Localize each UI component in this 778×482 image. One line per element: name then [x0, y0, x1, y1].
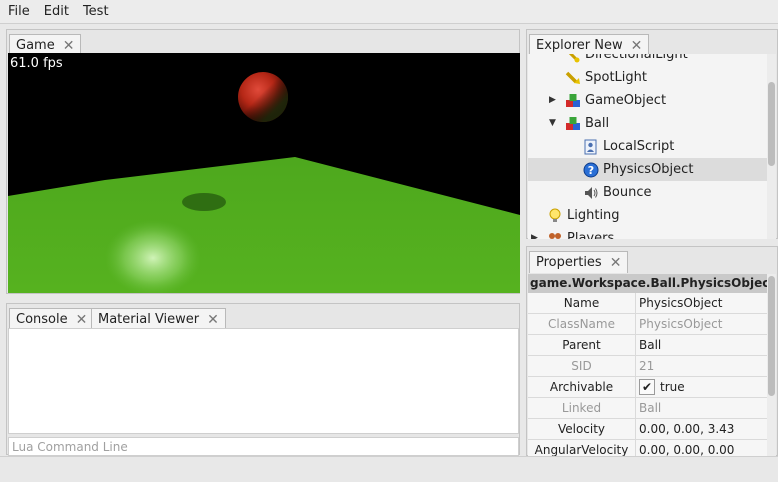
- tree-item-spotlight[interactable]: SpotLight: [528, 66, 768, 89]
- explorer-panel: Explorer New ✕ DirectionalLight SpotLigh…: [526, 29, 778, 239]
- collapse-arrow-icon[interactable]: ▼: [549, 118, 556, 128]
- property-value: Ball: [639, 400, 662, 415]
- physics-icon: ?: [583, 162, 599, 178]
- properties-table: Name PhysicsObject ClassName PhysicsObje…: [528, 293, 768, 461]
- property-name: Velocity: [528, 419, 636, 439]
- lua-command-line-input[interactable]: Lua Command Line: [8, 437, 519, 456]
- archivable-checkbox[interactable]: ✔: [639, 379, 655, 395]
- console-output[interactable]: [8, 328, 519, 434]
- menu-test[interactable]: Test: [77, 4, 115, 19]
- gameobject-icon: [566, 94, 580, 107]
- status-bar: [0, 456, 778, 482]
- property-row-classname: ClassName PhysicsObject: [528, 314, 768, 335]
- console-tabstrip: Console ✕ Material Viewer ✕: [7, 304, 519, 330]
- property-value: ✔ true: [636, 377, 768, 397]
- tree-item-label: Bounce: [603, 185, 652, 200]
- property-name: SID: [528, 356, 636, 376]
- tab-material-viewer[interactable]: Material Viewer ✕: [91, 308, 226, 330]
- property-name: Name: [528, 293, 636, 313]
- property-name: ClassName: [528, 314, 636, 334]
- property-value: 21: [639, 358, 655, 373]
- tree-item-label: Lighting: [567, 208, 620, 223]
- tree-item-bounce[interactable]: Bounce: [528, 181, 768, 204]
- floor-highlight: [105, 220, 201, 293]
- property-row-parent[interactable]: Parent Ball: [528, 335, 768, 356]
- archivable-value: true: [660, 379, 685, 394]
- checkmark-icon: ✔: [641, 379, 653, 394]
- properties-scrollbar[interactable]: [767, 274, 776, 456]
- tab-material-viewer-label: Material Viewer: [98, 312, 200, 327]
- tab-properties[interactable]: Properties ✕: [529, 251, 629, 273]
- property-value[interactable]: 0.00, 0.00, 3.43: [636, 419, 768, 439]
- tab-game-close-icon[interactable]: ✕: [63, 39, 75, 53]
- properties-tabstrip: Properties ✕: [527, 247, 777, 273]
- tree-item-label: PhysicsObject: [603, 162, 694, 177]
- tree-item-physicsobject[interactable]: ? PhysicsObject: [528, 158, 768, 181]
- directional-light-icon: [568, 54, 580, 63]
- tree-item-label: LocalScript: [603, 139, 675, 154]
- tree-item-label: GameObject: [585, 93, 667, 108]
- explorer-tabstrip: Explorer New ✕: [527, 30, 777, 56]
- tab-explorer-new[interactable]: Explorer New ✕: [529, 34, 650, 56]
- tree-item-label: Players: [567, 231, 615, 239]
- tab-properties-label: Properties: [536, 255, 602, 270]
- tree-item-localscript[interactable]: LocalScript: [528, 135, 768, 158]
- tree-item-gameobject[interactable]: ▶ GameObject: [528, 89, 768, 112]
- tab-console-label: Console: [16, 312, 68, 327]
- tab-game-label: Game: [16, 38, 55, 53]
- console-panel: Console ✕ Material Viewer ✕ Lua Command …: [6, 303, 520, 456]
- expand-arrow-icon[interactable]: ▶: [531, 233, 538, 239]
- property-row-linked: Linked Ball: [528, 398, 768, 419]
- expand-arrow-icon[interactable]: ▶: [549, 95, 556, 105]
- menu-bar: File Edit Test: [0, 0, 778, 24]
- tab-properties-close-icon[interactable]: ✕: [610, 256, 622, 270]
- property-value[interactable]: PhysicsObject: [636, 293, 768, 313]
- tab-console-close-icon[interactable]: ✕: [76, 313, 88, 327]
- ball-shading: [238, 72, 288, 122]
- menu-edit[interactable]: Edit: [38, 4, 75, 19]
- tree-item-lighting[interactable]: Lighting: [528, 204, 768, 227]
- game-viewport[interactable]: 61.0 fps: [8, 53, 520, 293]
- property-row-name[interactable]: Name PhysicsObject: [528, 293, 768, 314]
- property-value[interactable]: Ball: [636, 335, 768, 355]
- tree-item-label: Ball: [585, 116, 610, 131]
- script-icon: [584, 139, 597, 155]
- sound-icon: [585, 187, 598, 199]
- gameobject-icon: [566, 117, 580, 130]
- property-name: Parent: [528, 335, 636, 355]
- explorer-scrollbar[interactable]: [767, 54, 776, 239]
- svg-text:?: ?: [588, 164, 594, 177]
- explorer-tree: DirectionalLight SpotLight ▶ GameObject …: [528, 54, 768, 239]
- players-icon: [549, 233, 561, 239]
- spotlight-icon: [565, 71, 580, 84]
- ground-plane: [8, 157, 520, 293]
- tab-material-viewer-close-icon[interactable]: ✕: [207, 313, 219, 327]
- property-value: PhysicsObject: [639, 316, 723, 331]
- tree-item-label: DirectionalLight: [585, 54, 688, 62]
- property-row-velocity[interactable]: Velocity 0.00, 0.00, 3.43: [528, 419, 768, 440]
- lightbulb-icon: [549, 208, 561, 222]
- explorer-scrollbar-thumb[interactable]: [768, 82, 775, 166]
- tree-item-players[interactable]: ▶ Players: [528, 227, 768, 239]
- tree-item-label: SpotLight: [585, 70, 647, 85]
- property-row-archivable[interactable]: Archivable ✔ true: [528, 377, 768, 398]
- scene-render: [8, 72, 520, 293]
- tree-item-ball[interactable]: ▼ Ball: [528, 112, 768, 135]
- fps-counter: 61.0 fps: [10, 56, 63, 71]
- tree-item-directionallight[interactable]: DirectionalLight: [528, 54, 768, 66]
- property-row-sid: SID 21: [528, 356, 768, 377]
- menu-file[interactable]: File: [2, 4, 36, 19]
- game-panel: Game ✕ 61.0 fps: [6, 29, 520, 294]
- ball-shadow: [182, 193, 226, 211]
- tab-console[interactable]: Console ✕: [9, 308, 95, 330]
- properties-panel: Properties ✕ game.Workspace.Ball.Physics…: [526, 246, 778, 461]
- tab-explorer-label: Explorer New: [536, 38, 623, 53]
- properties-path: game.Workspace.Ball.PhysicsObject: [528, 274, 775, 293]
- properties-scrollbar-thumb[interactable]: [768, 276, 775, 396]
- tab-explorer-close-icon[interactable]: ✕: [631, 39, 643, 53]
- game-tabstrip: Game ✕: [7, 30, 519, 56]
- property-name: Archivable: [528, 377, 636, 397]
- property-name: Linked: [528, 398, 636, 418]
